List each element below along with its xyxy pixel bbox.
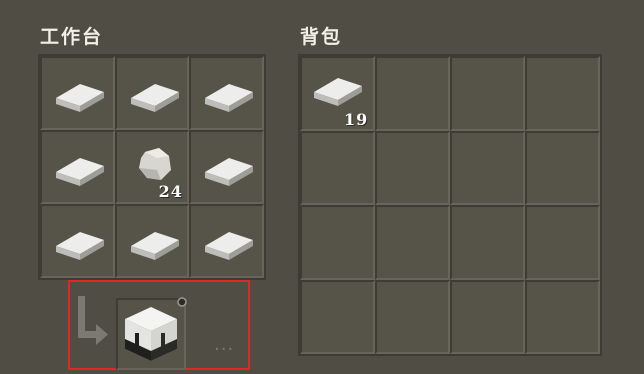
crafting-output-highlight: ... xyxy=(68,280,250,370)
inventory-slot[interactable] xyxy=(450,279,525,354)
inventory-slot[interactable] xyxy=(300,279,375,354)
more-recipes-indicator[interactable]: ... xyxy=(214,334,234,355)
crafting-slot[interactable] xyxy=(189,56,264,130)
stack-count: 24 xyxy=(158,182,183,201)
inventory-title: 背包 xyxy=(300,26,343,48)
crafting-slot[interactable] xyxy=(40,56,115,130)
inventory-slot[interactable]: 19 xyxy=(300,56,375,131)
crafting-screen: 工作台 背包 24 ... 19 xyxy=(0,0,644,374)
inventory-slot[interactable] xyxy=(525,130,600,205)
inventory-slot[interactable] xyxy=(375,205,450,280)
stone-icon xyxy=(138,148,171,180)
iron-ingot-icon xyxy=(130,232,179,260)
furnace-block-icon xyxy=(125,307,177,361)
crafting-slot[interactable] xyxy=(189,130,264,204)
inventory-slot[interactable] xyxy=(300,130,375,205)
arrow-down-right-icon xyxy=(78,296,108,345)
crafting-grid: 24 xyxy=(38,54,266,280)
inventory-slot[interactable] xyxy=(375,56,450,131)
inventory-slot[interactable] xyxy=(375,130,450,205)
inventory-slot[interactable] xyxy=(525,56,600,131)
iron-ingot-icon xyxy=(205,232,254,260)
inventory-slot[interactable] xyxy=(450,56,525,131)
result-indicator-icon xyxy=(177,297,187,307)
crafting-result-slot[interactable] xyxy=(116,297,187,370)
inventory-grid: 19 xyxy=(298,54,602,356)
crafting-title: 工作台 xyxy=(40,26,104,48)
crafting-slot[interactable] xyxy=(189,204,264,278)
crafting-slot[interactable]: 24 xyxy=(114,130,190,204)
iron-ingot-icon xyxy=(130,84,179,112)
iron-ingot-icon xyxy=(56,84,104,112)
iron-ingot-icon xyxy=(205,158,254,186)
inventory-slot[interactable] xyxy=(450,130,525,205)
iron-ingot-icon xyxy=(56,158,104,186)
crafting-slot[interactable] xyxy=(114,204,190,278)
inventory-slot[interactable] xyxy=(375,279,450,354)
iron-ingot-icon xyxy=(205,84,254,112)
inventory-slot[interactable] xyxy=(300,205,375,280)
iron-ingot-icon xyxy=(314,78,362,106)
crafting-slot[interactable] xyxy=(114,56,190,130)
stack-count: 19 xyxy=(344,110,369,129)
inventory-slot[interactable] xyxy=(450,205,525,280)
crafting-slot[interactable] xyxy=(40,130,115,204)
crafting-slot[interactable] xyxy=(40,204,115,278)
inventory-slot[interactable] xyxy=(525,205,600,280)
iron-ingot-icon xyxy=(56,232,104,260)
inventory-slot[interactable] xyxy=(525,279,600,354)
